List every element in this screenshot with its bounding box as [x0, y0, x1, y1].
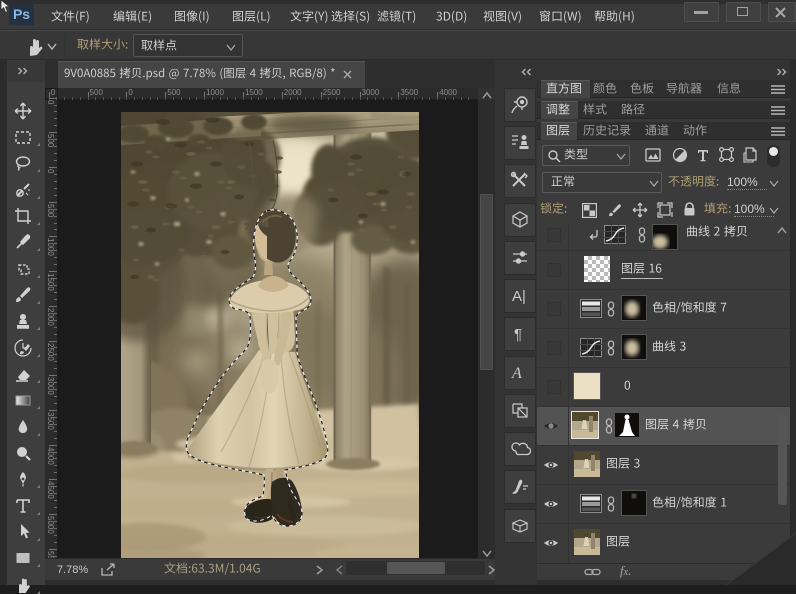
- svg-text:A: A: [511, 365, 522, 382]
- svg-text:A|: A|: [512, 288, 526, 305]
- svg-text:¶: ¶: [514, 326, 522, 343]
